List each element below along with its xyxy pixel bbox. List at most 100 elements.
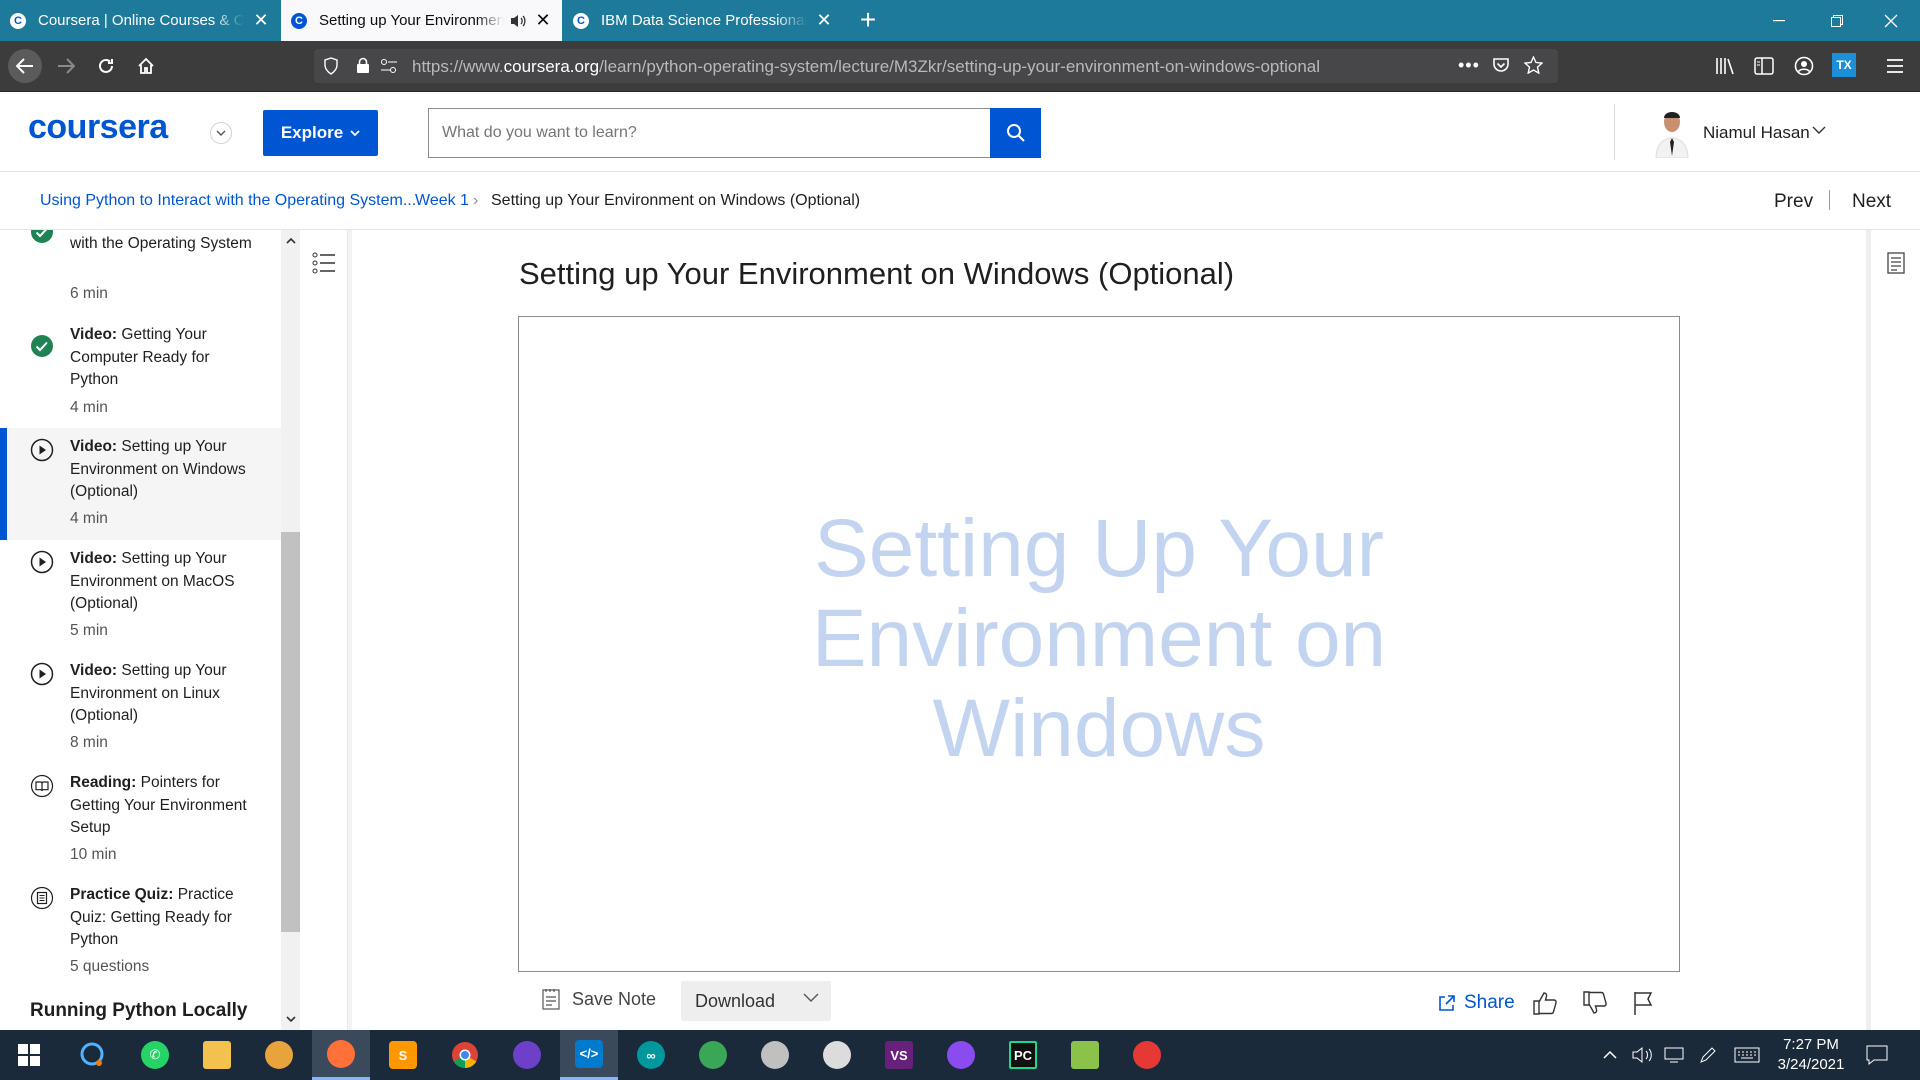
satellite-icon[interactable] bbox=[808, 1030, 866, 1080]
bookmark-star-icon[interactable] bbox=[1524, 56, 1543, 74]
sidebar-item[interactable]: Reading: Pointers for Getting Your Envir… bbox=[0, 764, 281, 876]
shield-icon[interactable] bbox=[323, 57, 339, 75]
download-dropdown[interactable]: Download bbox=[681, 981, 831, 1021]
course-sidebar: with the Operating System 6 min Video: G… bbox=[0, 230, 281, 1030]
network-icon[interactable] bbox=[1664, 1030, 1684, 1080]
browser-tab-active[interactable]: C Setting up Your Environment on Windows… bbox=[281, 0, 562, 41]
tab-title: Coursera | Online Courses & Credentials bbox=[38, 12, 244, 29]
keyboard-icon[interactable] bbox=[1734, 1030, 1760, 1080]
toc-column bbox=[300, 230, 348, 1030]
speaker-icon[interactable] bbox=[510, 14, 526, 28]
sidebar-toggle-icon[interactable] bbox=[1754, 57, 1774, 75]
user-name[interactable]: Niamul Hasan bbox=[1703, 123, 1810, 143]
breadcrumb-course-link[interactable]: Using Python to Interact with the Operat… bbox=[40, 192, 416, 210]
chrome-icon[interactable] bbox=[436, 1030, 494, 1080]
game-icon[interactable] bbox=[1118, 1030, 1176, 1080]
browser-tab[interactable]: C IBM Data Science Professional Certific… bbox=[563, 0, 843, 41]
explore-button[interactable]: Explore bbox=[263, 110, 378, 156]
avatar[interactable] bbox=[1648, 106, 1696, 158]
library-icon[interactable] bbox=[1715, 57, 1735, 75]
download-label: Download bbox=[695, 990, 776, 1011]
prev-link[interactable]: Prev bbox=[1774, 191, 1813, 213]
transcript-icon[interactable] bbox=[1887, 252, 1905, 274]
firefox-icon[interactable] bbox=[312, 1030, 370, 1080]
close-tab-icon[interactable]: ✕ bbox=[252, 10, 270, 31]
sidebar-section-heading[interactable]: Running Python Locally bbox=[30, 1000, 247, 1022]
search-input[interactable] bbox=[428, 108, 991, 158]
start-icon[interactable] bbox=[0, 1030, 58, 1080]
tor-icon[interactable] bbox=[250, 1030, 308, 1080]
pocket-icon[interactable] bbox=[1492, 57, 1510, 74]
page-actions-icon[interactable]: ••• bbox=[1458, 55, 1480, 76]
sidebar-item[interactable]: Video: Getting Your Computer Ready for P… bbox=[0, 322, 281, 428]
sidebar-item-current[interactable]: Video: Setting up Your Environment on Wi… bbox=[0, 428, 281, 540]
chevron-down-icon[interactable] bbox=[1812, 126, 1826, 134]
reload-icon[interactable] bbox=[89, 49, 123, 83]
chevron-down-icon[interactable] bbox=[210, 122, 232, 144]
close-tab-icon[interactable]: ✕ bbox=[534, 10, 552, 31]
next-link[interactable]: Next bbox=[1852, 191, 1891, 213]
github-icon[interactable] bbox=[498, 1030, 556, 1080]
sidebar-item[interactable]: Video: Setting up Your Environment on Li… bbox=[0, 652, 281, 764]
extension-icon[interactable]: TX bbox=[1832, 53, 1856, 77]
flag-icon[interactable] bbox=[1632, 990, 1654, 1016]
play-circle-icon bbox=[30, 550, 54, 574]
globe-icon[interactable] bbox=[684, 1030, 742, 1080]
sidebar-item-duration: 4 min bbox=[70, 510, 108, 527]
close-window-icon[interactable] bbox=[1862, 0, 1920, 41]
breadcrumb-week-link[interactable]: Week 1 bbox=[415, 192, 469, 210]
video-player[interactable]: Setting Up Your Environment on Windows bbox=[518, 316, 1680, 972]
new-tab-icon[interactable]: + bbox=[852, 4, 884, 36]
scroll-up-icon[interactable] bbox=[281, 232, 300, 250]
explore-label: Explore bbox=[280, 123, 344, 142]
pen-icon[interactable] bbox=[1698, 1030, 1718, 1080]
url-bar[interactable]: https://www.coursera.org/learn/python-op… bbox=[314, 49, 1558, 83]
sublime-icon[interactable]: S bbox=[374, 1030, 432, 1080]
pycharm-icon[interactable]: PC bbox=[994, 1030, 1052, 1080]
search-button[interactable] bbox=[990, 108, 1041, 158]
sidebar-item-label: Practice Quiz: Practice Quiz: Getting Re… bbox=[70, 886, 234, 948]
menu-icon[interactable] bbox=[1886, 58, 1904, 74]
close-tab-icon[interactable]: ✕ bbox=[815, 10, 833, 31]
tray-overflow-icon[interactable] bbox=[1602, 1030, 1618, 1080]
minimize-icon[interactable] bbox=[1750, 0, 1808, 41]
sidebar-item[interactable]: Practice Quiz: Practice Quiz: Getting Re… bbox=[0, 876, 281, 988]
check-circle-icon bbox=[31, 335, 53, 357]
quiz-icon bbox=[30, 886, 54, 910]
home-icon[interactable] bbox=[129, 49, 163, 83]
lock-icon[interactable] bbox=[356, 57, 370, 74]
search-icon[interactable] bbox=[64, 1030, 122, 1080]
notifications-icon[interactable] bbox=[1866, 1030, 1888, 1080]
url-text: https://www.coursera.org/learn/python-op… bbox=[412, 57, 1321, 76]
account-icon[interactable] bbox=[1794, 56, 1814, 76]
save-note-label: Save Note bbox=[572, 988, 657, 1009]
table-of-contents-icon[interactable] bbox=[312, 252, 336, 274]
visual-studio-icon[interactable]: VS bbox=[870, 1030, 928, 1080]
browser-tab[interactable]: C Coursera | Online Courses & Credential… bbox=[0, 0, 280, 41]
thumbs-down-icon[interactable] bbox=[1582, 990, 1608, 1016]
notepad-icon[interactable] bbox=[1056, 1030, 1114, 1080]
sidebar-item-operating-system[interactable]: with the Operating System 6 min bbox=[0, 230, 281, 316]
prev-next-divider bbox=[1829, 190, 1830, 210]
arduino-icon[interactable]: ∞ bbox=[622, 1030, 680, 1080]
sidebar-item[interactable]: Video: Setting up Your Environment on Ma… bbox=[0, 540, 281, 652]
restore-icon[interactable] bbox=[1808, 0, 1866, 41]
system-clock[interactable]: 7:27 PM 3/24/2021 bbox=[1762, 1035, 1860, 1075]
app-icon[interactable] bbox=[746, 1030, 804, 1080]
permissions-icon[interactable] bbox=[380, 58, 398, 74]
vscode-icon[interactable]: </> bbox=[560, 1030, 618, 1080]
play-circle-icon bbox=[30, 438, 54, 462]
share-button[interactable]: Share bbox=[1438, 992, 1515, 1014]
thumbs-up-icon[interactable] bbox=[1532, 990, 1558, 1016]
back-icon[interactable] bbox=[8, 49, 42, 83]
coursera-favicon-icon: C bbox=[291, 12, 307, 29]
sidebar-scrollbar-thumb[interactable] bbox=[281, 532, 300, 932]
file-explorer-icon[interactable] bbox=[188, 1030, 246, 1080]
scroll-down-icon[interactable] bbox=[281, 1010, 300, 1028]
forward-icon[interactable] bbox=[49, 49, 83, 83]
whatsapp-icon[interactable]: ✆ bbox=[126, 1030, 184, 1080]
save-note-button[interactable]: Save Note bbox=[542, 988, 656, 1010]
coursera-logo[interactable]: coursera bbox=[28, 108, 168, 147]
volume-icon[interactable] bbox=[1632, 1030, 1654, 1080]
messenger-icon[interactable] bbox=[932, 1030, 990, 1080]
